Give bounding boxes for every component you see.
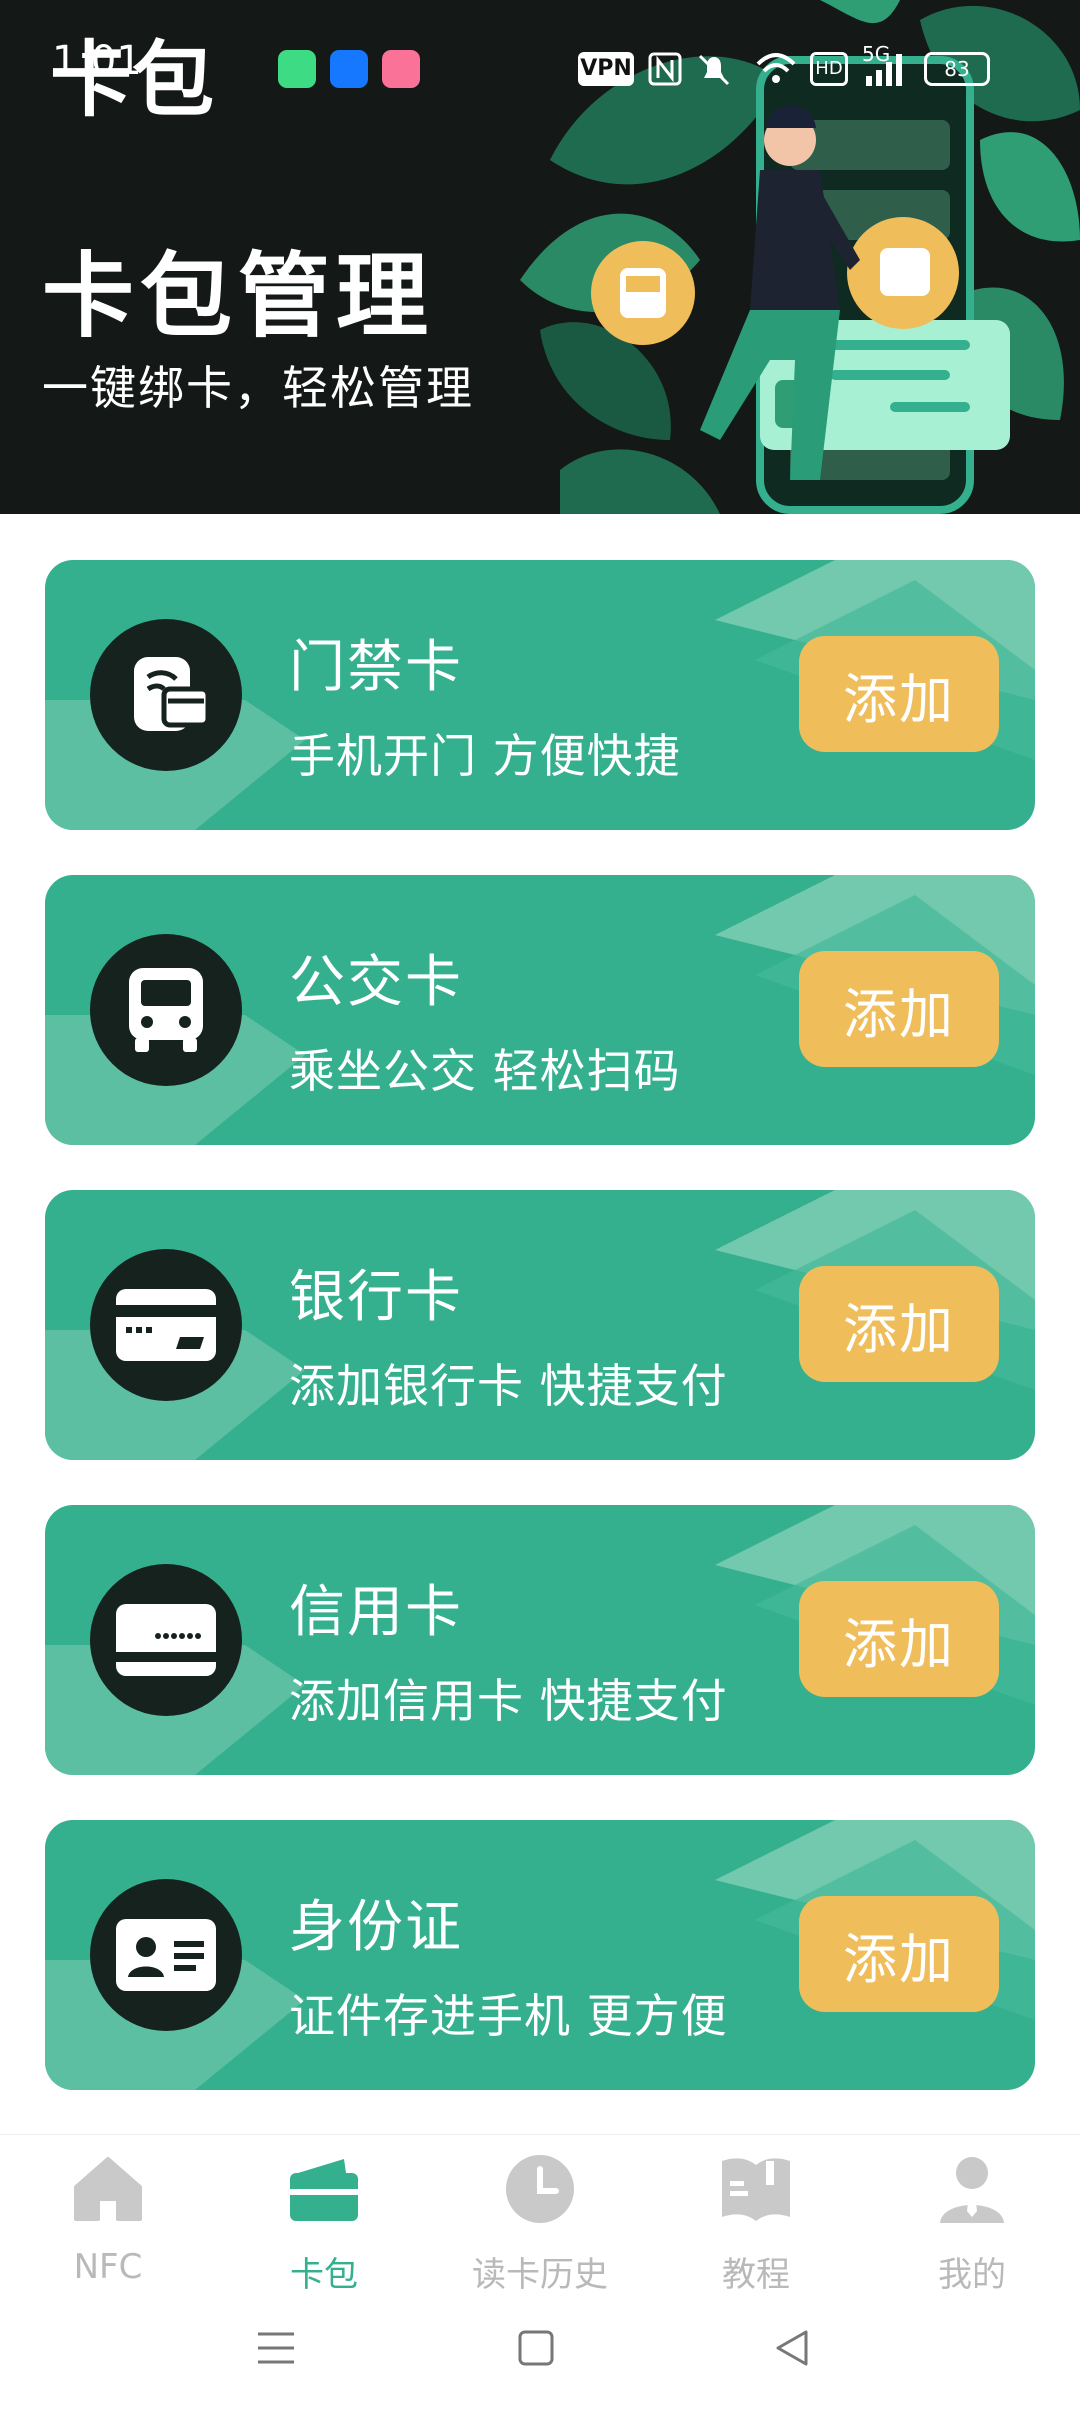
tab-label: 卡包: [290, 2255, 358, 2295]
card-bank[interactable]: 银行卡 添加银行卡 快捷支付 添加: [45, 1190, 1035, 1460]
bus-icon: [90, 934, 242, 1086]
nfc-icon: [648, 52, 682, 86]
menu-icon[interactable]: [256, 2328, 296, 2368]
card-subtitle: 添加信用卡 快捷支付: [289, 1674, 728, 1728]
tab-label: NFC: [73, 2247, 143, 2287]
tab-tutorial[interactable]: 教程: [648, 2145, 864, 2295]
wallet-icon: [290, 2159, 358, 2221]
card-subtitle: 乘坐公交 轻松扫码: [289, 1044, 681, 1098]
battery-icon: 83: [924, 52, 990, 86]
tab-label: 我的: [938, 2255, 1006, 2295]
wifi-icon: [756, 53, 796, 83]
tab-label: 教程: [722, 2255, 790, 2295]
door-card-icon: [90, 619, 242, 771]
card-title: 门禁卡: [289, 635, 463, 700]
tab-label: 读卡历史: [472, 2255, 608, 2295]
bottom-tab-bar: NFC 卡包 读卡历史 教程 我的: [0, 2134, 1080, 2295]
card-title: 公交卡: [289, 950, 463, 1015]
add-bus-card-button[interactable]: 添加: [799, 951, 999, 1067]
card-title: 身份证: [289, 1895, 463, 1960]
tab-profile[interactable]: 我的: [864, 2145, 1080, 2295]
book-icon: [722, 2158, 790, 2221]
card-door-access[interactable]: 门禁卡 手机开门 方便快捷 添加: [45, 560, 1035, 830]
app-title: 卡包: [50, 33, 215, 128]
add-credit-card-button[interactable]: 添加: [799, 1581, 999, 1697]
back-triangle-icon[interactable]: [772, 2328, 812, 2368]
card-subtitle: 添加银行卡 快捷支付: [289, 1359, 728, 1413]
card-title: 信用卡: [289, 1580, 463, 1645]
card-credit[interactable]: 信用卡 添加信用卡 快捷支付 添加: [45, 1505, 1035, 1775]
home-icon: [74, 2157, 142, 2221]
android-notification-icon: [278, 50, 316, 88]
add-door-card-button[interactable]: 添加: [799, 636, 999, 752]
hero-title: 卡包管理: [42, 243, 435, 350]
card-subtitle: 证件存进手机 更方便: [289, 1989, 728, 2043]
hd-icon: HD: [810, 52, 848, 86]
tab-read-history[interactable]: 读卡历史: [432, 2145, 648, 2295]
hero-subtitle: 一键绑卡，轻松管理: [42, 361, 474, 415]
bank-card-icon: [90, 1249, 242, 1401]
card-id[interactable]: 身份证 证件存进手机 更方便 添加: [45, 1820, 1035, 2090]
alipay-notification-icon: [330, 50, 368, 88]
system-navigation-bar: [0, 2294, 1080, 2412]
mute-bell-icon: [698, 54, 730, 86]
tab-nfc[interactable]: NFC: [0, 2145, 216, 2287]
add-id-card-button[interactable]: 添加: [799, 1896, 999, 2012]
header-banner: 1:01 VPN HD 5G 83 卡包 卡包管理 一键绑卡，轻松管理: [0, 0, 1080, 514]
tab-wallet[interactable]: 卡包: [216, 2145, 432, 2295]
card-title: 银行卡: [289, 1265, 463, 1330]
credit-card-icon: [90, 1564, 242, 1716]
card-subtitle: 手机开门 方便快捷: [289, 729, 681, 783]
profile-icon: [940, 2157, 1004, 2223]
card-bus[interactable]: 公交卡 乘坐公交 轻松扫码 添加: [45, 875, 1035, 1145]
signal-icon: [866, 54, 902, 86]
add-bank-card-button[interactable]: 添加: [799, 1266, 999, 1382]
clock-icon: [506, 2155, 574, 2223]
id-card-icon: [90, 1879, 242, 2031]
home-square-icon[interactable]: [516, 2328, 556, 2368]
bilibili-notification-icon: [382, 50, 420, 88]
vpn-icon: VPN: [578, 52, 634, 86]
